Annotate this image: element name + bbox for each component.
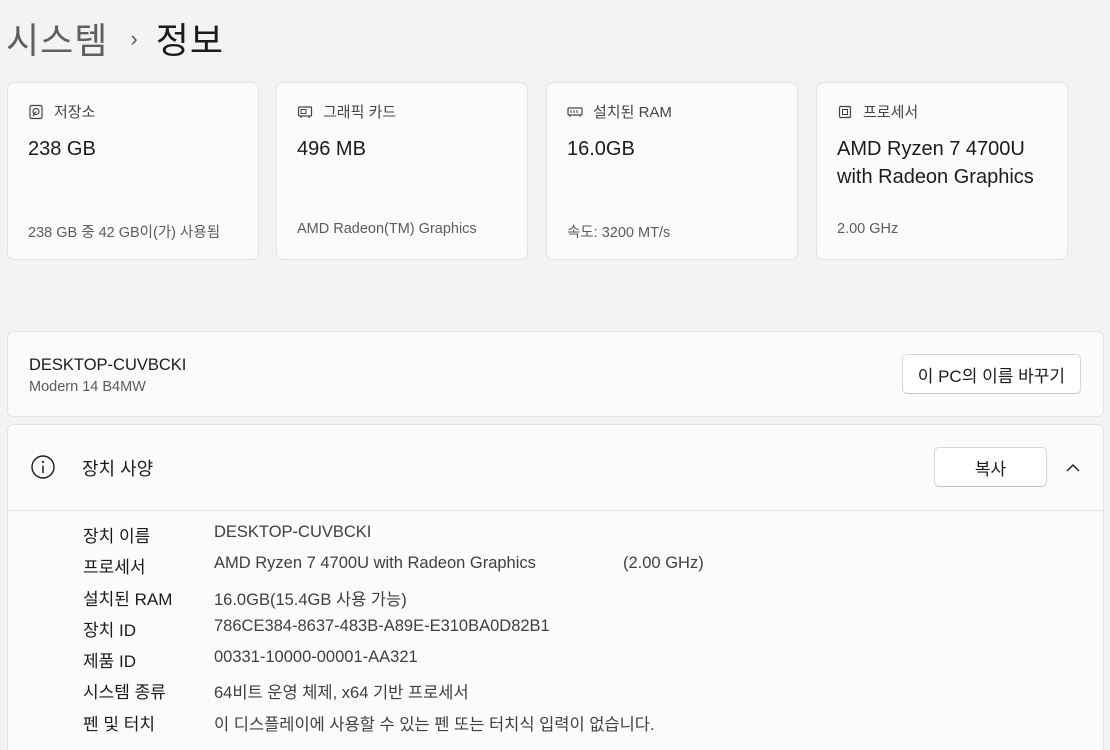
chevron-up-icon[interactable] (1064, 459, 1082, 477)
storage-label: 저장소 (54, 104, 96, 121)
graphics-card-icon (297, 104, 313, 120)
spec-value-extra: (2.00 GHz) (623, 554, 704, 573)
breadcrumb-separator: › (130, 26, 138, 51)
spec-value: AMD Ryzen 7 4700U with Radeon Graphics (214, 554, 536, 573)
breadcrumb-parent-system[interactable]: 시스템 (6, 12, 108, 64)
graphics-card-name: AMD Radeon(TM) Graphics (297, 221, 477, 237)
spec-row-pen-and-touch: 펜 및 터치 이 디스플레이에 사용할 수 있는 펜 또는 터치식 입력이 없습… (8, 710, 1103, 741)
device-model: Modern 14 B4MW (29, 379, 146, 395)
device-specifications-title: 장치 사양 (82, 459, 154, 479)
spec-key: 펜 및 터치 (83, 714, 156, 734)
spec-value: 16.0GB(15.4GB 사용 가능) (214, 590, 407, 609)
copy-button[interactable]: 복사 (934, 447, 1047, 487)
graphics-card-value: 496 MB (297, 138, 366, 160)
storage-card: 저장소 238 GB 238 GB 중 42 GB이(가) 사용됨 (7, 82, 259, 260)
graphics-card-label: 그래픽 카드 (323, 104, 397, 121)
spec-key: 장치 이름 (83, 527, 151, 546)
spec-key: 장치 ID (83, 620, 137, 640)
device-name: DESKTOP-CUVBCKI (29, 356, 187, 374)
spec-key: 제품 ID (83, 652, 137, 672)
spec-key: 프로세서 (83, 558, 146, 578)
spec-row-processor: 프로세서 AMD Ryzen 7 4700U with Radeon Graph… (8, 553, 1103, 584)
spec-value: DESKTOP-CUVBCKI (214, 523, 372, 541)
ram-icon (567, 104, 583, 120)
spec-row-installed-ram: 설치된 RAM 16.0GB(15.4GB 사용 가능) (8, 585, 1103, 616)
spec-value: 00331-10000-00001-AA321 (214, 648, 418, 667)
spec-row-device-name: 장치 이름 DESKTOP-CUVBCKI (8, 522, 1103, 553)
processor-label: 프로세서 (863, 104, 919, 121)
spec-row-product-id: 제품 ID 00331-10000-00001-AA321 (8, 647, 1103, 678)
processor-icon (837, 104, 853, 120)
ram-speed: 속도: 3200 MT/s (567, 225, 671, 241)
page-title: 정보 (155, 20, 224, 61)
spec-key: 설치된 RAM (83, 589, 173, 609)
graphics-card-card: 그래픽 카드 496 MB AMD Radeon(TM) Graphics (276, 82, 528, 260)
device-specifications-header[interactable]: 장치 사양 복사 (8, 425, 1103, 511)
spec-rows: 장치 이름 DESKTOP-CUVBCKI 프로세서 AMD Ryzen 7 4… (8, 522, 1103, 741)
ram-label: 설치된 RAM (593, 104, 672, 121)
ram-card: 설치된 RAM 16.0GB 속도: 3200 MT/s (546, 82, 798, 260)
device-name-panel: DESKTOP-CUVBCKI Modern 14 B4MW 이 PC의 이름 … (7, 331, 1104, 417)
rename-pc-button[interactable]: 이 PC의 이름 바꾸기 (901, 354, 1081, 394)
processor-value: AMD Ryzen 7 4700U with Radeon Graphics (837, 138, 1034, 188)
storage-value: 238 GB (28, 138, 96, 160)
breadcrumb: 시스템 › 정보 (6, 12, 224, 64)
spec-row-system-type: 시스템 종류 64비트 운영 체제, x64 기반 프로세서 (8, 678, 1103, 709)
ram-value: 16.0GB (567, 138, 635, 160)
storage-icon (28, 104, 44, 120)
spec-value: 64비트 운영 체제, x64 기반 프로세서 (214, 684, 469, 703)
processor-speed: 2.00 GHz (837, 221, 899, 237)
processor-card: 프로세서 AMD Ryzen 7 4700U with Radeon Graph… (816, 82, 1068, 260)
storage-usage: 238 GB 중 42 GB이(가) 사용됨 (28, 225, 221, 241)
info-icon (30, 454, 56, 480)
spec-value: 이 디스플레이에 사용할 수 있는 펜 또는 터치식 입력이 없습니다. (214, 715, 655, 734)
spec-row-device-id: 장치 ID 786CE384-8637-483B-A89E-E310BA0D82… (8, 616, 1103, 647)
device-specifications-panel: 장치 사양 복사 장치 이름 DESKTOP-CUVBCKI 프로세서 AMD … (7, 424, 1104, 750)
spec-value: 786CE384-8637-483B-A89E-E310BA0D82B1 (214, 616, 550, 635)
spec-key: 시스템 종류 (83, 683, 166, 703)
